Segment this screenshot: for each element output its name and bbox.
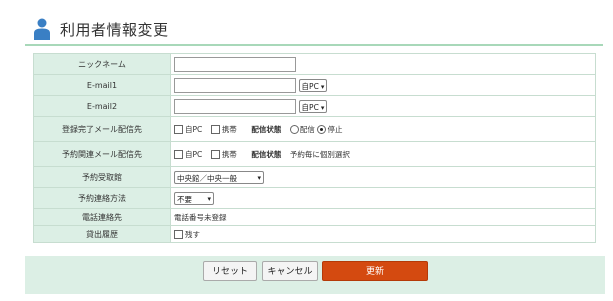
email1-type-value: 自PC bbox=[301, 81, 319, 91]
reservation-status-label: 配信状態 bbox=[251, 149, 282, 159]
email1-type-select[interactable]: 自PC ▾ bbox=[298, 78, 328, 92]
email2-type-select[interactable]: 自PC ▾ bbox=[298, 99, 328, 113]
row-reservation-mail: 予約関連メール配信先 自PC 携帯 配信状態 予約毎に個別選択 bbox=[33, 141, 596, 167]
page-header: 利用者情報変更 bbox=[25, 12, 603, 46]
register-pc-checkbox[interactable] bbox=[174, 124, 183, 134]
pickup-library-label: 予約受取館 bbox=[33, 166, 171, 188]
chevron-down-icon: ▾ bbox=[207, 194, 211, 203]
row-email1: E-mail1 自PC ▾ bbox=[33, 74, 596, 96]
reservation-pc-label: 自PC bbox=[185, 149, 203, 159]
row-register-mail: 登録完了メール配信先 自PC 携帯 配信状態 配信 停止 bbox=[33, 116, 596, 142]
register-status-on-label: 配信 bbox=[299, 124, 315, 134]
register-status-off-label: 停止 bbox=[327, 124, 343, 134]
register-status-off-radio[interactable] bbox=[317, 124, 327, 134]
email2-label: E-mail2 bbox=[33, 95, 171, 117]
pickup-library-select[interactable]: 中央館／中央一般 ▾ bbox=[174, 170, 264, 184]
user-info-panel: 利用者情報変更 ニックネーム E-mail1 自PC ▾ E-mail2 自PC ▾… bbox=[25, 8, 605, 297]
nickname-input[interactable] bbox=[174, 56, 296, 72]
button-bar: リセット キャンセル 更新 bbox=[25, 256, 605, 294]
register-mail-label: 登録完了メール配信先 bbox=[33, 116, 171, 142]
email2-type-value: 自PC bbox=[301, 102, 319, 112]
reservation-pc-checkbox[interactable] bbox=[174, 149, 183, 159]
chevron-down-icon: ▾ bbox=[320, 103, 325, 112]
row-pickup-library: 予約受取館 中央館／中央一般 ▾ bbox=[33, 166, 596, 188]
update-button[interactable]: 更新 bbox=[322, 261, 428, 281]
row-nickname: ニックネーム bbox=[33, 53, 596, 75]
history-keep-checkbox[interactable] bbox=[174, 229, 183, 239]
history-keep-label: 残す bbox=[185, 229, 200, 239]
register-mobile-label: 携帯 bbox=[221, 124, 237, 134]
register-mobile-checkbox[interactable] bbox=[210, 124, 220, 134]
register-pc-label: 自PC bbox=[185, 124, 203, 134]
email2-input[interactable] bbox=[174, 98, 296, 114]
contact-method-select[interactable]: 不要 ▾ bbox=[174, 191, 214, 205]
phone-label: 電話連絡先 bbox=[33, 208, 171, 226]
user-info-form: ニックネーム E-mail1 自PC ▾ E-mail2 自PC ▾ 登録完了メール… bbox=[33, 53, 596, 243]
reservation-mobile-checkbox[interactable] bbox=[210, 149, 220, 159]
contact-method-value: 不要 bbox=[177, 194, 192, 204]
reservation-mail-label: 予約関連メール配信先 bbox=[33, 141, 171, 167]
page-title: 利用者情報変更 bbox=[60, 21, 169, 39]
reservation-mobile-label: 携帯 bbox=[221, 149, 237, 159]
register-status-label: 配信状態 bbox=[251, 124, 282, 134]
nickname-label: ニックネーム bbox=[33, 53, 171, 75]
row-history: 貸出履歴 残す bbox=[33, 225, 596, 243]
history-label: 貸出履歴 bbox=[33, 225, 171, 243]
pickup-library-value: 中央館／中央一般 bbox=[177, 173, 237, 183]
cancel-button[interactable]: キャンセル bbox=[262, 261, 318, 281]
row-email2: E-mail2 自PC ▾ bbox=[33, 95, 596, 117]
contact-method-label: 予約連絡方法 bbox=[33, 187, 171, 209]
row-contact-method: 予約連絡方法 不要 ▾ bbox=[33, 187, 596, 209]
chevron-down-icon: ▾ bbox=[257, 173, 261, 182]
register-status-on-radio[interactable] bbox=[289, 124, 299, 134]
chevron-down-icon: ▾ bbox=[320, 82, 325, 91]
user-icon bbox=[34, 18, 50, 40]
row-phone: 電話連絡先 電話番号未登録 bbox=[33, 208, 596, 226]
reset-button[interactable]: リセット bbox=[203, 261, 257, 281]
email1-input[interactable] bbox=[174, 77, 296, 93]
phone-value: 電話番号未登録 bbox=[174, 212, 227, 222]
reservation-status-text: 予約毎に個別選択 bbox=[289, 149, 350, 159]
email1-label: E-mail1 bbox=[33, 74, 171, 96]
